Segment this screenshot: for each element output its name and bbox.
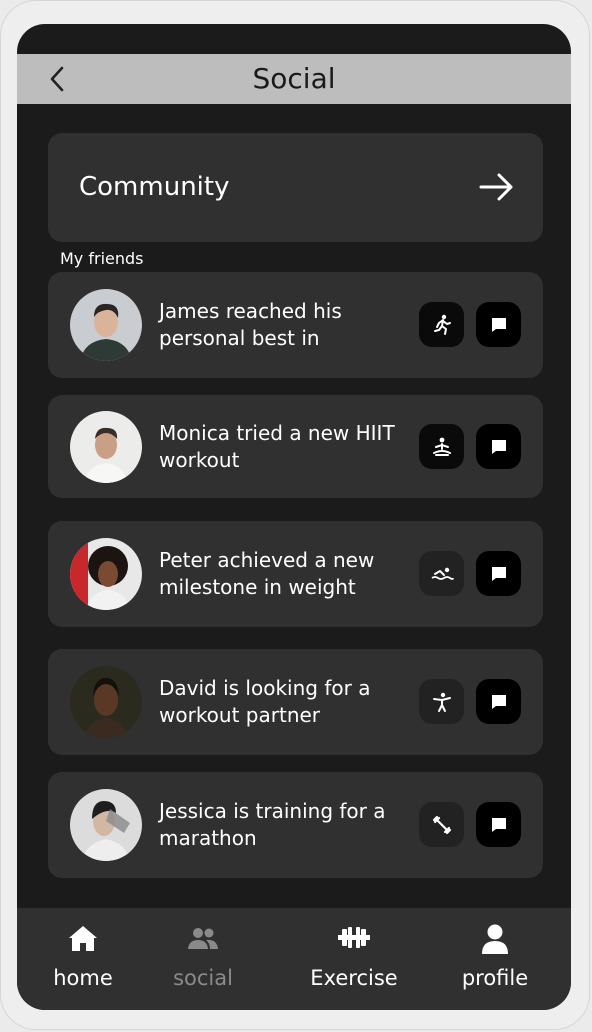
- chat-icon: [491, 439, 506, 454]
- barbell-icon: [338, 927, 370, 948]
- bottom-nav: home social Exercise profile: [17, 908, 571, 1010]
- nav-label: Exercise: [310, 966, 398, 990]
- nav-label: home: [53, 966, 113, 990]
- dumbbell-icon: [432, 815, 451, 834]
- friend-activity-text: Jessica is training for a marathon: [159, 799, 386, 850]
- message-button[interactable]: [476, 802, 521, 847]
- message-button[interactable]: [476, 302, 521, 347]
- arrow-right-icon: [479, 173, 513, 201]
- avatar: [70, 789, 142, 861]
- friend-card[interactable]: Jessica is training for a marathon: [48, 772, 543, 878]
- nav-item-exercise[interactable]: Exercise: [294, 908, 414, 1010]
- chat-icon: [491, 566, 506, 581]
- message-button[interactable]: [476, 424, 521, 469]
- nav-label: social: [173, 966, 233, 990]
- friend-activity-text: James reached his personal best in: [159, 299, 342, 350]
- friend-card[interactable]: David is looking for a workout partner: [48, 649, 543, 755]
- chat-icon: [491, 694, 506, 709]
- message-button[interactable]: [476, 551, 521, 596]
- phone-frame: Social Community My friends James reache…: [0, 0, 590, 1030]
- friend-card[interactable]: James reached his personal best in: [48, 272, 543, 378]
- community-card[interactable]: Community: [48, 133, 543, 242]
- avatar: [70, 289, 142, 361]
- message-button[interactable]: [476, 679, 521, 724]
- swimming-icon: [431, 567, 454, 580]
- chat-icon: [491, 817, 506, 832]
- avatar: [70, 538, 142, 610]
- martial-arts-icon: [432, 692, 451, 712]
- nav-item-home[interactable]: home: [23, 908, 143, 1010]
- nav-item-profile[interactable]: profile: [435, 908, 555, 1010]
- meditation-icon: [432, 437, 451, 456]
- running-icon: [433, 314, 451, 335]
- friend-activity-text: David is looking for a workout partner: [159, 676, 371, 727]
- page-title: Social: [252, 62, 336, 95]
- activity-button[interactable]: [419, 802, 464, 847]
- nav-item-social[interactable]: social: [143, 908, 263, 1010]
- home-icon: [69, 926, 97, 951]
- person-icon: [482, 924, 508, 954]
- friend-activity-text: Monica tried a new HIIT workout: [159, 420, 395, 472]
- nav-label: profile: [461, 966, 529, 990]
- activity-button[interactable]: [419, 424, 464, 469]
- community-label: Community: [79, 172, 230, 202]
- friend-card[interactable]: Monica tried a new HIIT workout: [48, 395, 543, 498]
- activity-button[interactable]: [419, 679, 464, 724]
- people-icon: [188, 928, 218, 949]
- section-label-my-friends: My friends: [60, 249, 144, 268]
- app-screen: Social Community My friends James reache…: [17, 24, 571, 1010]
- chat-icon: [491, 317, 506, 332]
- friend-activity-text: Peter achieved a new milestone in weight: [159, 548, 375, 599]
- activity-button[interactable]: [419, 302, 464, 347]
- friend-card[interactable]: Peter achieved a new milestone in weight: [48, 521, 543, 627]
- avatar: [70, 666, 142, 738]
- avatar: [70, 411, 142, 483]
- header-bar: Social: [17, 54, 571, 104]
- activity-button[interactable]: [419, 551, 464, 596]
